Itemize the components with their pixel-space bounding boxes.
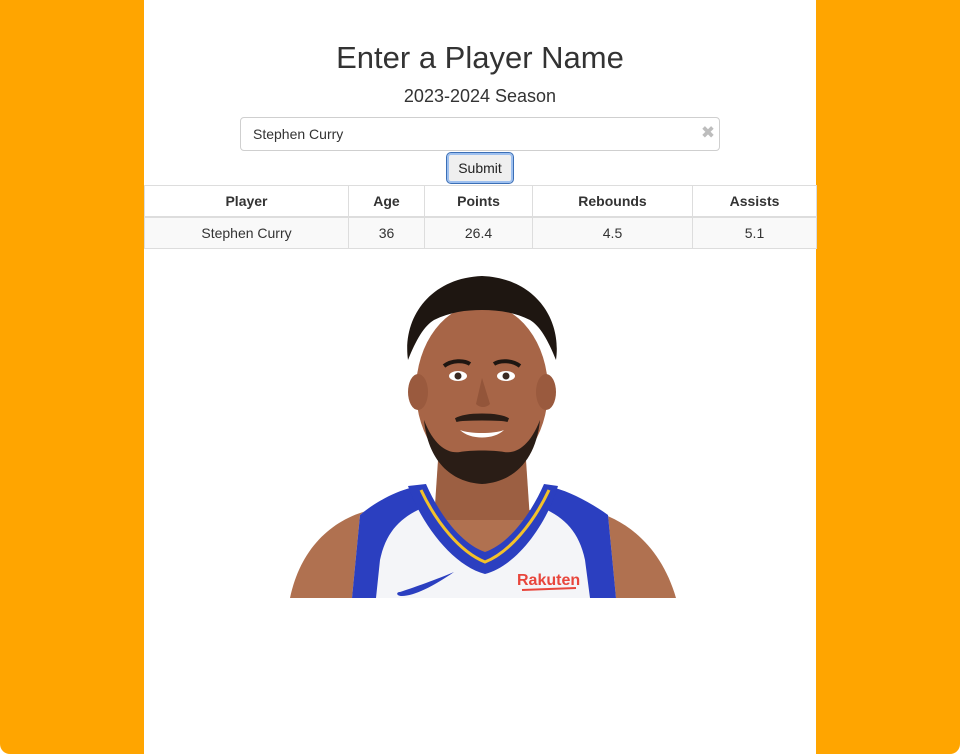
player-portrait-illustration: Rakuten <box>290 276 676 598</box>
season-subtitle: 2023-2024 Season <box>403 86 557 106</box>
player-search: ✖ <box>240 117 720 151</box>
clear-icon[interactable]: ✖ <box>699 123 717 143</box>
column-header-rebounds: Rebounds <box>532 185 693 218</box>
player-stats-table: Player Age Points Rebounds Assists Steph… <box>144 185 817 249</box>
cell-assists: 5.1 <box>692 216 817 249</box>
submit-button[interactable]: Submit <box>446 152 514 184</box>
cell-player: Stephen Curry <box>144 216 349 249</box>
cell-age: 36 <box>348 216 425 249</box>
table-header-row: Player Age Points Rebounds Assists <box>144 185 817 218</box>
column-header-age: Age <box>348 185 425 218</box>
player-name-input[interactable] <box>240 117 720 151</box>
column-header-points: Points <box>424 185 533 218</box>
cell-rebounds: 4.5 <box>532 216 693 249</box>
jersey-sponsor-text: Rakuten <box>517 572 580 589</box>
app-background: Enter a Player Name 2023-2024 Season ✖ S… <box>0 0 960 754</box>
column-header-player: Player <box>144 185 349 218</box>
player-photo: Rakuten <box>290 270 676 598</box>
page-title: Enter a Player Name <box>336 40 624 75</box>
table-row: Stephen Curry 36 26.4 4.5 5.1 <box>144 216 817 249</box>
cell-points: 26.4 <box>424 216 533 249</box>
content-panel: Enter a Player Name 2023-2024 Season ✖ S… <box>144 0 817 754</box>
column-header-assists: Assists <box>692 185 817 218</box>
